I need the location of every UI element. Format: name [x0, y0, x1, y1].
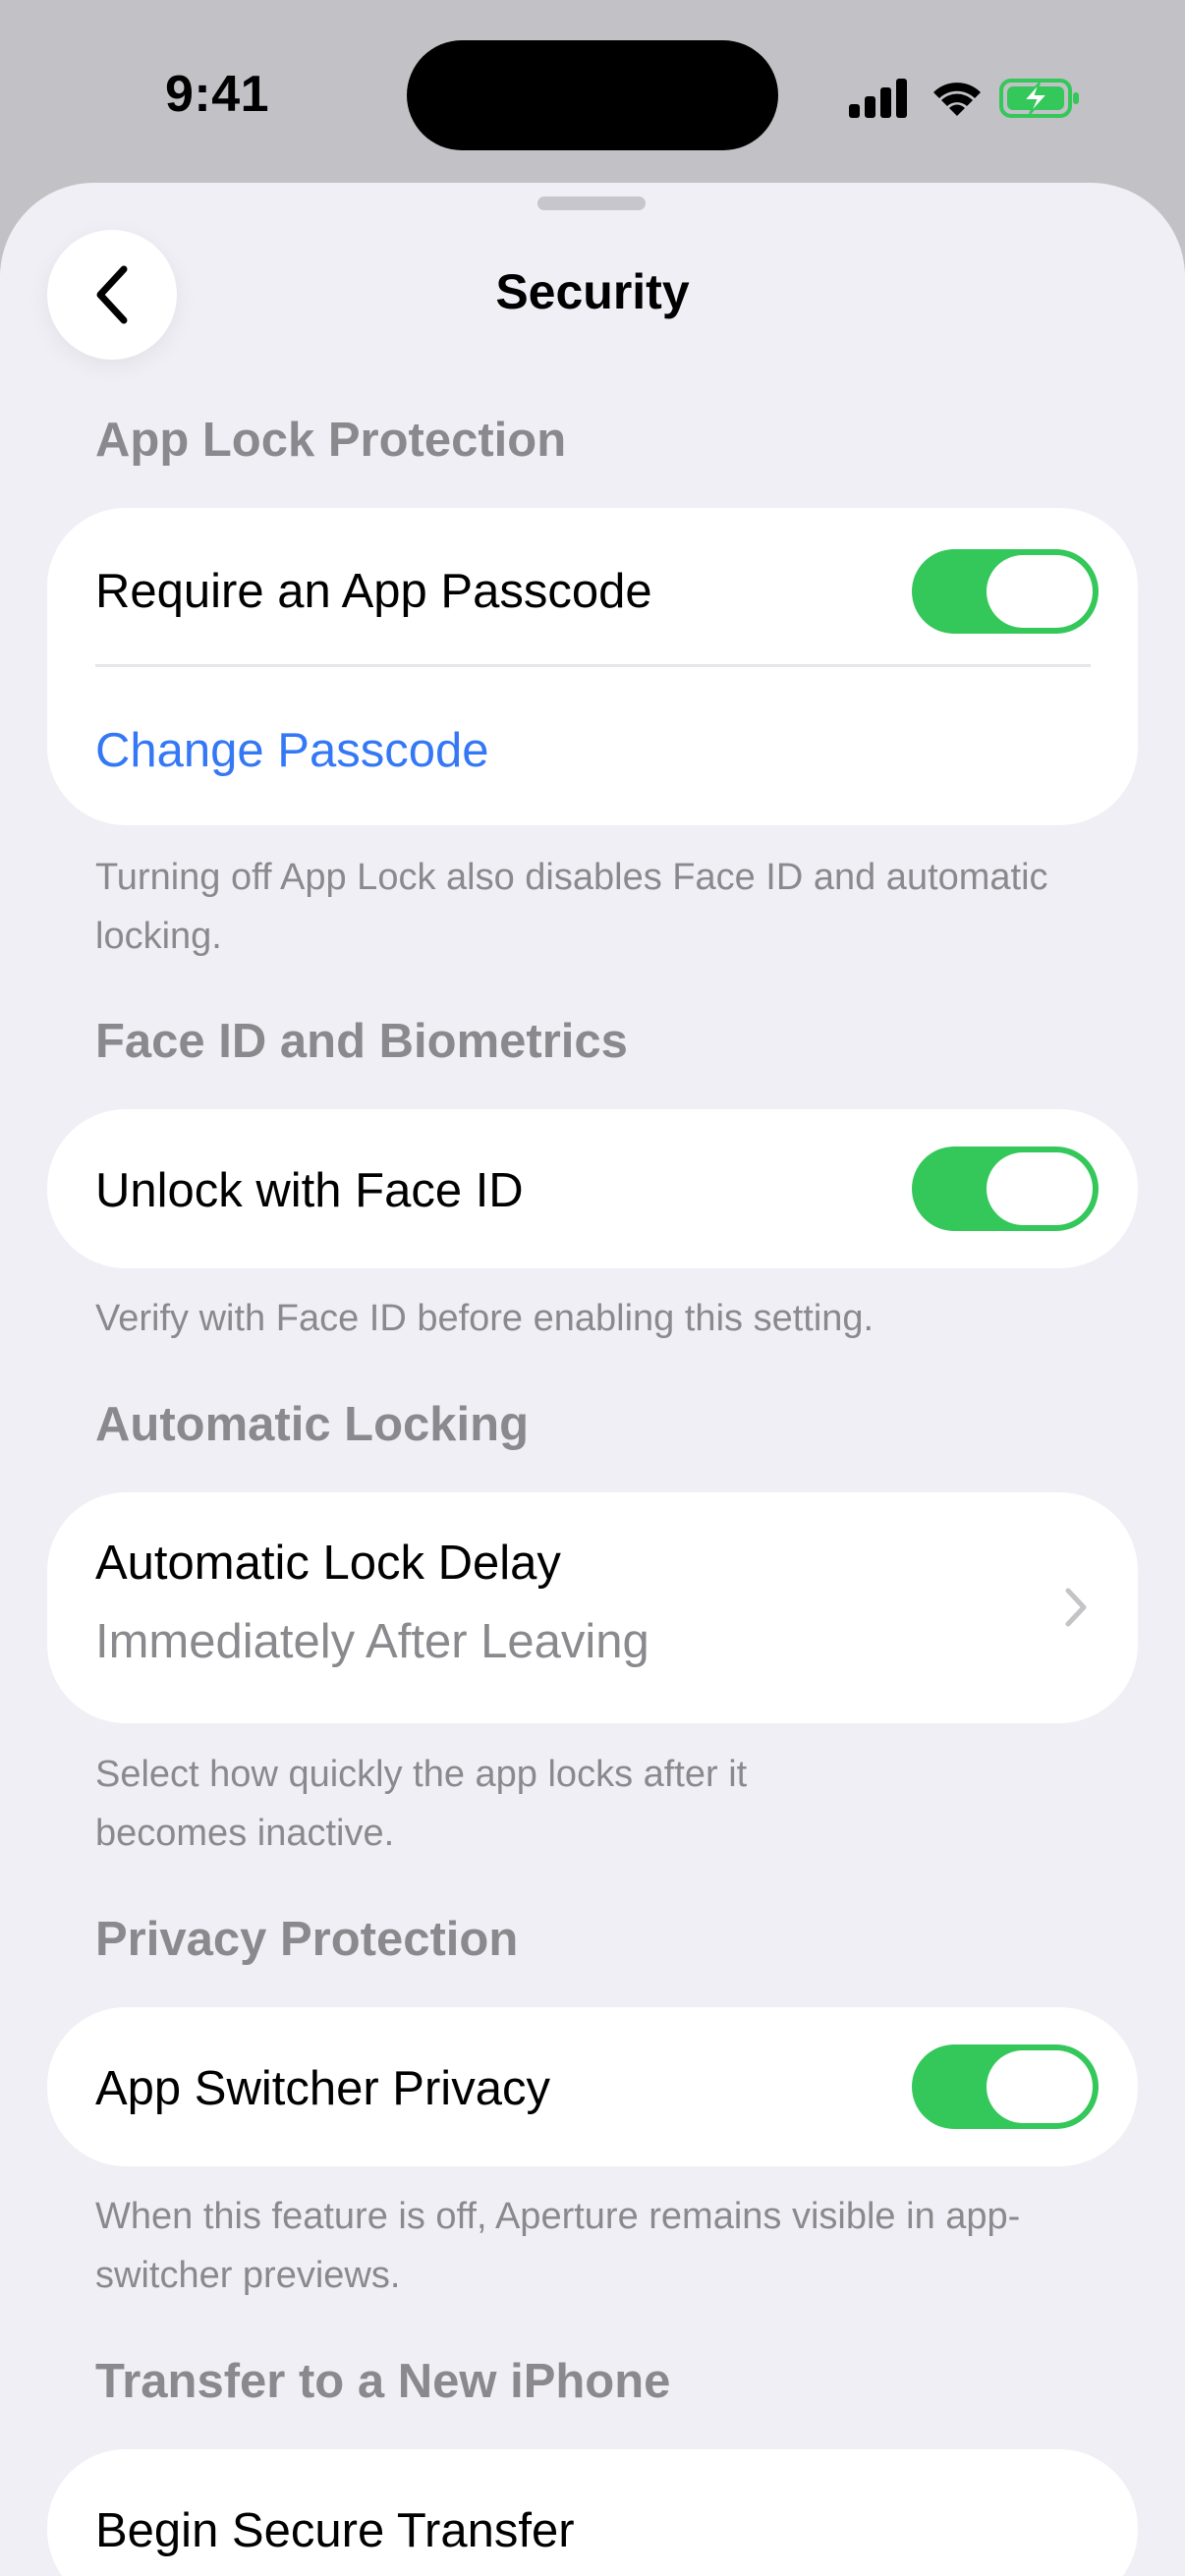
auto-lock-card[interactable]: Automatic Lock Delay Immediately After L…: [47, 1492, 1138, 1723]
app-lock-card: Require an App Passcode Change Passcode: [47, 508, 1138, 825]
settings-sheet: Security App Lock Protection Require an …: [0, 183, 1185, 2576]
auto-lock-delay-value: Immediately After Leaving: [95, 1615, 649, 1668]
app-switcher-privacy-toggle[interactable]: [912, 2044, 1099, 2129]
face-id-footer: Verify with Face ID before enabling this…: [95, 1298, 875, 1339]
auto-lock-delay-label: Automatic Lock Delay: [95, 1537, 561, 1590]
section-header-app-lock: App Lock Protection: [95, 414, 567, 467]
sheet-grabber[interactable]: [537, 196, 646, 210]
change-passcode-link[interactable]: Change Passcode: [95, 723, 488, 778]
chevron-right-icon: [1065, 1588, 1087, 1627]
status-time: 9:41: [165, 66, 270, 123]
section-header-auto-lock: Automatic Locking: [95, 1398, 530, 1451]
begin-secure-transfer-label: Begin Secure Transfer: [95, 2504, 575, 2557]
status-icons: [847, 69, 1083, 128]
section-header-transfer: Transfer to a New iPhone: [95, 2355, 671, 2408]
section-header-face-id: Face ID and Biometrics: [95, 1015, 628, 1068]
app-lock-footer: Turning off App Lock also disables Face …: [95, 857, 1048, 957]
dynamic-island: [407, 40, 778, 150]
unlock-face-id-toggle[interactable]: [912, 1147, 1099, 1231]
page-title: Security: [495, 264, 690, 319]
toggle-knob: [987, 555, 1093, 628]
auto-lock-footer: Select how quickly the app locks after i…: [95, 1754, 748, 1854]
toggle-knob: [987, 2050, 1093, 2123]
row-divider: [95, 664, 1091, 667]
toggle-knob: [987, 1152, 1093, 1225]
app-switcher-privacy-label: App Switcher Privacy: [95, 2062, 550, 2115]
battery-charging-icon: [999, 79, 1079, 118]
privacy-card: App Switcher Privacy: [47, 2007, 1138, 2166]
privacy-footer: When this feature is off, Aperture remai…: [95, 2196, 1021, 2296]
status-bar: 9:41: [0, 0, 1185, 187]
require-passcode-toggle[interactable]: [912, 549, 1099, 634]
require-passcode-label: Require an App Passcode: [95, 565, 652, 618]
face-id-card: Unlock with Face ID: [47, 1109, 1138, 1268]
section-header-privacy: Privacy Protection: [95, 1913, 519, 1966]
wifi-icon: [933, 83, 981, 116]
unlock-face-id-label: Unlock with Face ID: [95, 1164, 524, 1217]
transfer-card[interactable]: Begin Secure Transfer: [47, 2449, 1138, 2576]
cellular-signal-icon: [849, 79, 907, 118]
